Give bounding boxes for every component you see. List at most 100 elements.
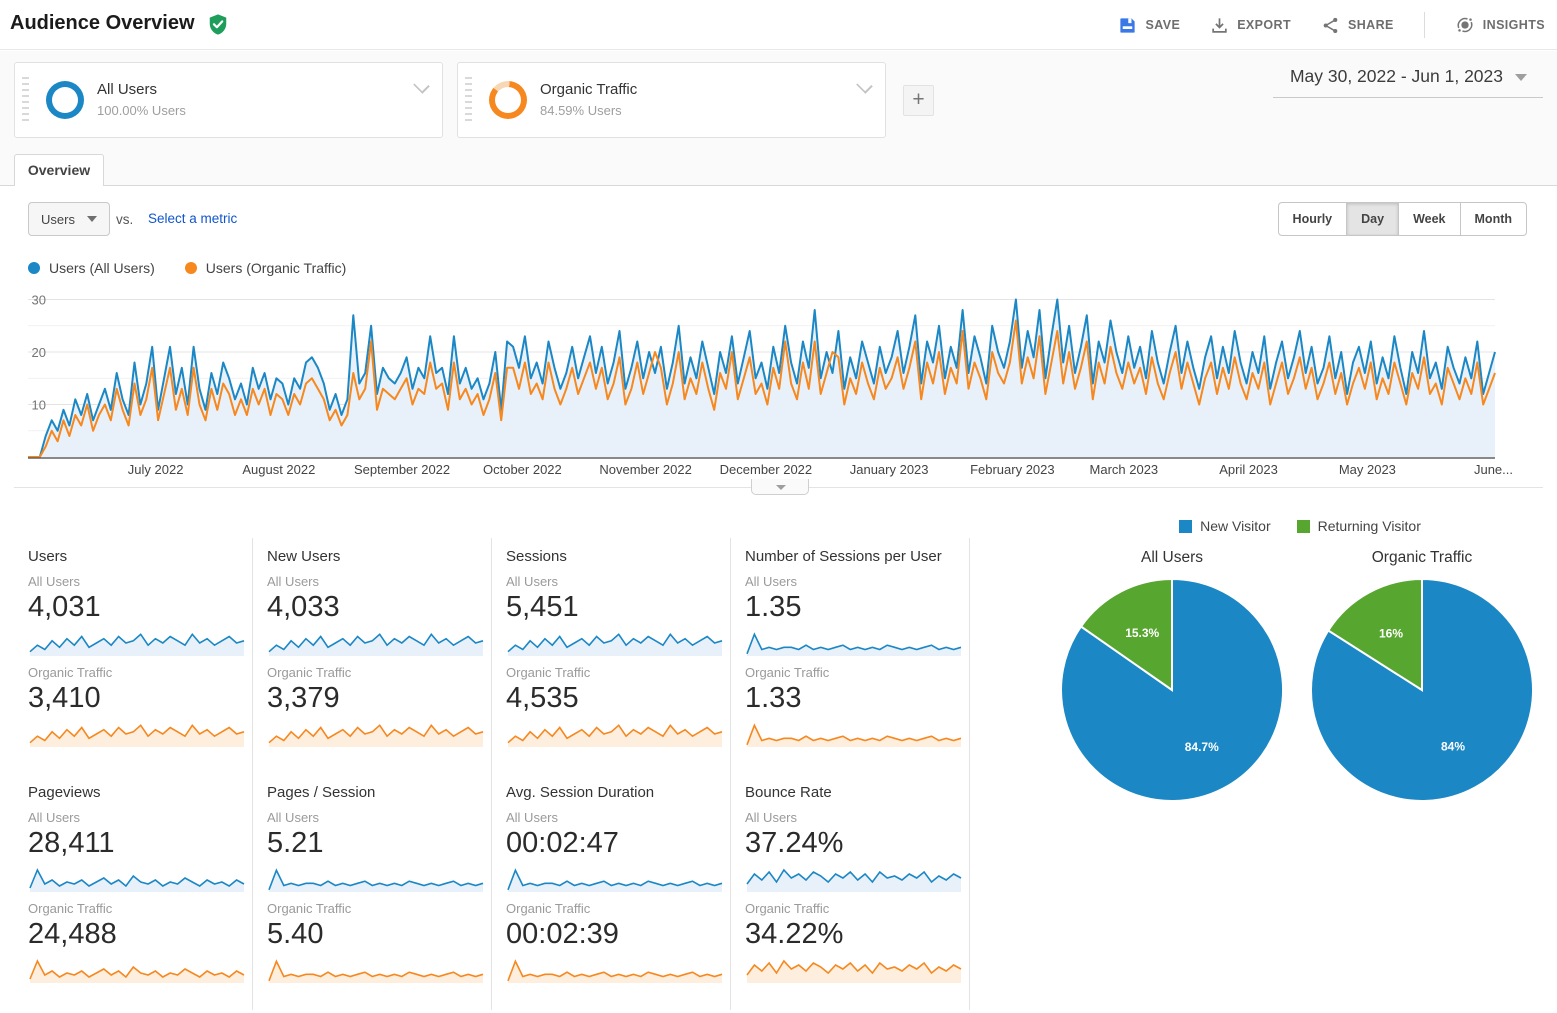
- vs-label: vs.: [116, 212, 133, 227]
- share-button[interactable]: SHARE: [1321, 16, 1394, 35]
- metric-value-all-users: 28,411: [28, 826, 242, 860]
- metric-value-all-users: 00:02:47: [506, 826, 720, 860]
- metric-value-organic-traffic: 3,410: [28, 681, 242, 715]
- metric-title: Number of Sessions per User: [745, 548, 959, 565]
- download-icon: [1210, 16, 1229, 35]
- metric-card-pageviews[interactable]: PageviewsAll Users28,411Organic Traffic2…: [14, 774, 253, 1010]
- svg-text:January 2023: January 2023: [850, 462, 929, 477]
- legend-label: Users (Organic Traffic): [206, 260, 347, 276]
- verified-shield-icon: [207, 13, 229, 36]
- chart-collapse-tab[interactable]: [751, 479, 809, 495]
- sparkline-chart: [28, 955, 246, 985]
- pie-title-all-users: All Users: [1058, 549, 1286, 567]
- legend-dot-icon: [28, 262, 40, 274]
- add-segment-button[interactable]: +: [903, 85, 934, 116]
- legend-square-icon: [1297, 520, 1310, 533]
- granularity-month-button[interactable]: Month: [1460, 202, 1527, 236]
- segment-label-all-users: All Users: [267, 810, 481, 825]
- insights-icon: [1455, 15, 1475, 35]
- metric-value-organic-traffic: 24,488: [28, 917, 242, 951]
- svg-text:March 2023: March 2023: [1090, 462, 1159, 477]
- tab-row-underline: [0, 185, 1557, 186]
- segment-label-all-users: All Users: [745, 810, 959, 825]
- metric-card-pages-session[interactable]: Pages / SessionAll Users5.21Organic Traf…: [253, 774, 492, 1010]
- drag-handle-icon[interactable]: [465, 77, 472, 125]
- metric-value-all-users: 4,031: [28, 590, 242, 624]
- date-range-selector[interactable]: May 30, 2022 - Jun 1, 2023: [1290, 66, 1527, 87]
- top-bar: Audience Overview SAVE EXPORT: [0, 0, 1557, 50]
- svg-text:August 2022: August 2022: [242, 462, 315, 477]
- date-range-label: May 30, 2022 - Jun 1, 2023: [1290, 66, 1503, 86]
- segment-label-organic-traffic: Organic Traffic: [267, 901, 481, 916]
- metric-title: Avg. Session Duration: [506, 784, 720, 801]
- metric-value-organic-traffic: 34.22%: [745, 917, 959, 951]
- sparkline-chart: [28, 864, 246, 894]
- granularity-day-button[interactable]: Day: [1346, 202, 1399, 236]
- drag-handle-icon[interactable]: [22, 77, 29, 125]
- pie-slice-percentage: 15.3%: [1125, 626, 1159, 640]
- save-icon: [1118, 16, 1137, 35]
- chevron-down-icon[interactable]: [413, 77, 430, 94]
- sparkline-chart: [28, 628, 246, 658]
- svg-text:20: 20: [32, 345, 46, 360]
- sparkline-chart: [267, 719, 485, 749]
- metric-value-organic-traffic: 00:02:39: [506, 917, 720, 951]
- metric-value-organic-traffic: 1.33: [745, 681, 959, 715]
- segment-label-all-users: All Users: [28, 810, 242, 825]
- pie-chart-all-users[interactable]: 84.7% 15.3%: [1058, 576, 1286, 804]
- sparkline-chart: [267, 628, 485, 658]
- segment-label-all-users: All Users: [506, 574, 720, 589]
- legend-square-icon: [1179, 520, 1192, 533]
- metric-card-users[interactable]: UsersAll Users4,031Organic Traffic3,410: [14, 538, 253, 774]
- segment-label-all-users: All Users: [267, 574, 481, 589]
- segment-label-organic-traffic: Organic Traffic: [506, 901, 720, 916]
- metric-value-organic-traffic: 3,379: [267, 681, 481, 715]
- granularity-hourly-button[interactable]: Hourly: [1278, 202, 1348, 236]
- tab-overview[interactable]: Overview: [14, 154, 104, 186]
- metric-card-number-of-sessions-per-user[interactable]: Number of Sessions per UserAll Users1.35…: [731, 538, 970, 774]
- sparkline-chart: [506, 864, 724, 894]
- select-a-metric-link[interactable]: Select a metric: [148, 211, 237, 226]
- segment-card-organic-traffic[interactable]: Organic Traffic 84.59% Users: [457, 62, 886, 138]
- metric-selector-label: Users: [41, 212, 75, 227]
- pie-chart-organic-traffic[interactable]: 84%16%: [1308, 576, 1536, 804]
- sparkline-chart: [267, 864, 485, 894]
- legend-item: Users (Organic Traffic): [185, 260, 347, 276]
- organic-traffic-segment-icon: [489, 81, 527, 119]
- metric-card-sessions[interactable]: SessionsAll Users5,451Organic Traffic4,5…: [492, 538, 731, 774]
- metric-title: Pages / Session: [267, 784, 481, 801]
- metric-title: Sessions: [506, 548, 720, 565]
- metric-title: Pageviews: [28, 784, 242, 801]
- svg-text:October 2022: October 2022: [483, 462, 562, 477]
- metric-selector-dropdown[interactable]: Users: [28, 202, 110, 236]
- segment-label-organic-traffic: Organic Traffic: [28, 665, 242, 680]
- segment-label-all-users: All Users: [745, 574, 959, 589]
- pie-slice-percentage: 84.7%: [1185, 740, 1219, 754]
- metric-title: Bounce Rate: [745, 784, 959, 801]
- sparkline-chart: [745, 719, 963, 749]
- legend-label: Users (All Users): [49, 260, 155, 276]
- users-timeseries-chart[interactable]: 102030July 2022August 2022September 2022…: [0, 278, 1557, 490]
- chevron-down-icon[interactable]: [856, 77, 873, 94]
- caret-down-icon: [87, 216, 97, 222]
- save-button[interactable]: SAVE: [1118, 16, 1180, 35]
- segment-detail: 100.00% Users: [97, 103, 186, 118]
- metric-card-bounce-rate[interactable]: Bounce RateAll Users37.24%Organic Traffi…: [731, 774, 970, 1010]
- sparkline-chart: [28, 719, 246, 749]
- metric-value-all-users: 5,451: [506, 590, 720, 624]
- svg-text:December 2022: December 2022: [720, 462, 813, 477]
- metric-card-new-users[interactable]: New UsersAll Users4,033Organic Traffic3,…: [253, 538, 492, 774]
- insights-button[interactable]: INSIGHTS: [1455, 15, 1545, 35]
- segment-card-all-users[interactable]: All Users 100.00% Users: [14, 62, 443, 138]
- date-range-underline: [1273, 97, 1543, 98]
- pie-legend-item: New Visitor: [1179, 518, 1271, 534]
- svg-text:June...: June...: [1474, 462, 1513, 477]
- metric-card-avg-session-duration[interactable]: Avg. Session DurationAll Users00:02:47Or…: [492, 774, 731, 1010]
- metric-summary-grid: UsersAll Users4,031Organic Traffic3,410N…: [14, 538, 971, 1010]
- export-button[interactable]: EXPORT: [1210, 16, 1291, 35]
- sparkline-chart: [506, 719, 724, 749]
- all-users-segment-icon: [46, 81, 84, 119]
- segment-name: All Users: [97, 81, 157, 98]
- legend-item: Users (All Users): [28, 260, 155, 276]
- granularity-week-button[interactable]: Week: [1398, 202, 1460, 236]
